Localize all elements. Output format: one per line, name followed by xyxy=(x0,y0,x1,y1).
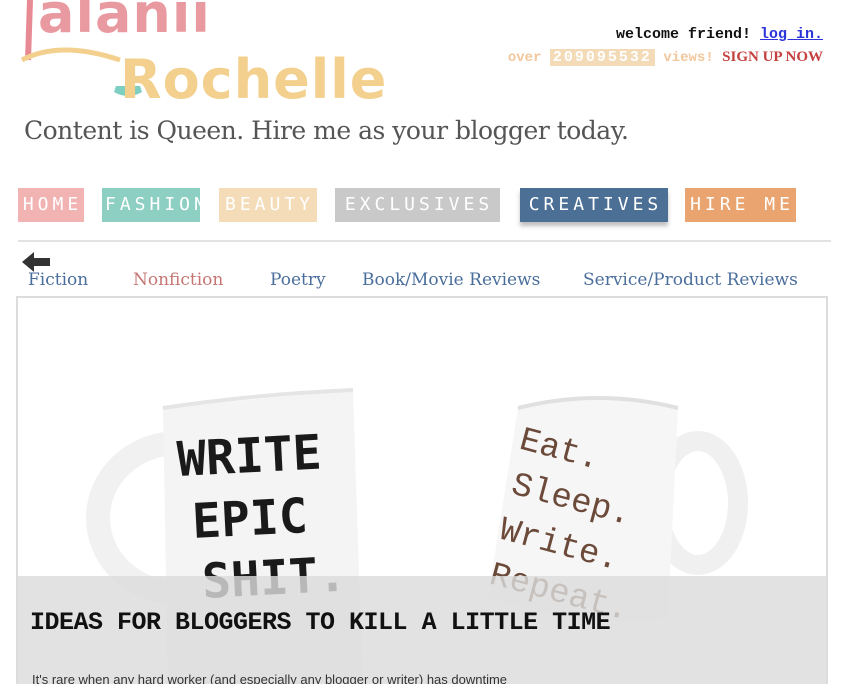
view-counter: over 209095532 views! SIGN UP NOW xyxy=(508,49,823,66)
mug-left-line1: WRITE xyxy=(176,424,323,487)
nav-exclusives[interactable]: EXCLUSIVES xyxy=(335,188,500,222)
subnav-fiction[interactable]: Fiction xyxy=(28,270,88,290)
subnav-poetry[interactable]: Poetry xyxy=(270,270,326,290)
nav-beauty[interactable]: BEAUTY xyxy=(219,188,317,222)
user-area: welcome friend! log in. over 209095532 v… xyxy=(508,26,823,66)
views-suffix: views! xyxy=(663,50,714,66)
subnav-nonfiction[interactable]: Nonfiction xyxy=(133,270,223,290)
signup-link[interactable]: SIGN UP NOW xyxy=(722,49,823,65)
logo-text-line2: Rochelle xyxy=(120,48,388,111)
login-link[interactable]: log in. xyxy=(760,26,823,43)
mug-left-line2: EPIC xyxy=(191,488,309,550)
nav-home[interactable]: HOME xyxy=(18,188,84,222)
site-tagline: Content is Queen. Hire me as your blogge… xyxy=(24,116,629,145)
subnav-service-product-reviews[interactable]: Service/Product Reviews xyxy=(583,270,798,290)
views-count: 209095532 xyxy=(549,49,655,66)
post-card[interactable]: WRITE EPIC SHIT. Eat. Sleep. Write. Repe… xyxy=(16,296,828,684)
subnav-book-movie-reviews[interactable]: Book/Movie Reviews xyxy=(362,270,540,290)
site-logo[interactable]: alanii Rochelle xyxy=(0,0,386,115)
nav-divider xyxy=(18,240,831,242)
nav-hire-me[interactable]: HIRE ME xyxy=(685,188,796,222)
welcome-text: welcome friend! xyxy=(615,26,751,43)
nav-creatives[interactable]: CREATIVES xyxy=(520,188,668,222)
welcome-line: welcome friend! log in. xyxy=(508,26,823,43)
views-prefix: over xyxy=(507,50,542,66)
sub-nav: Fiction Nonfiction Poetry Book/Movie Rev… xyxy=(0,270,845,296)
nav-fashion[interactable]: FASHION xyxy=(102,188,205,222)
post-excerpt: It's rare when any hard worker (and espe… xyxy=(32,672,508,684)
post-title[interactable]: IDEAS FOR BLOGGERS TO KILL A LITTLE TIME xyxy=(30,608,611,637)
logo-text-line1: alanii xyxy=(38,0,211,45)
